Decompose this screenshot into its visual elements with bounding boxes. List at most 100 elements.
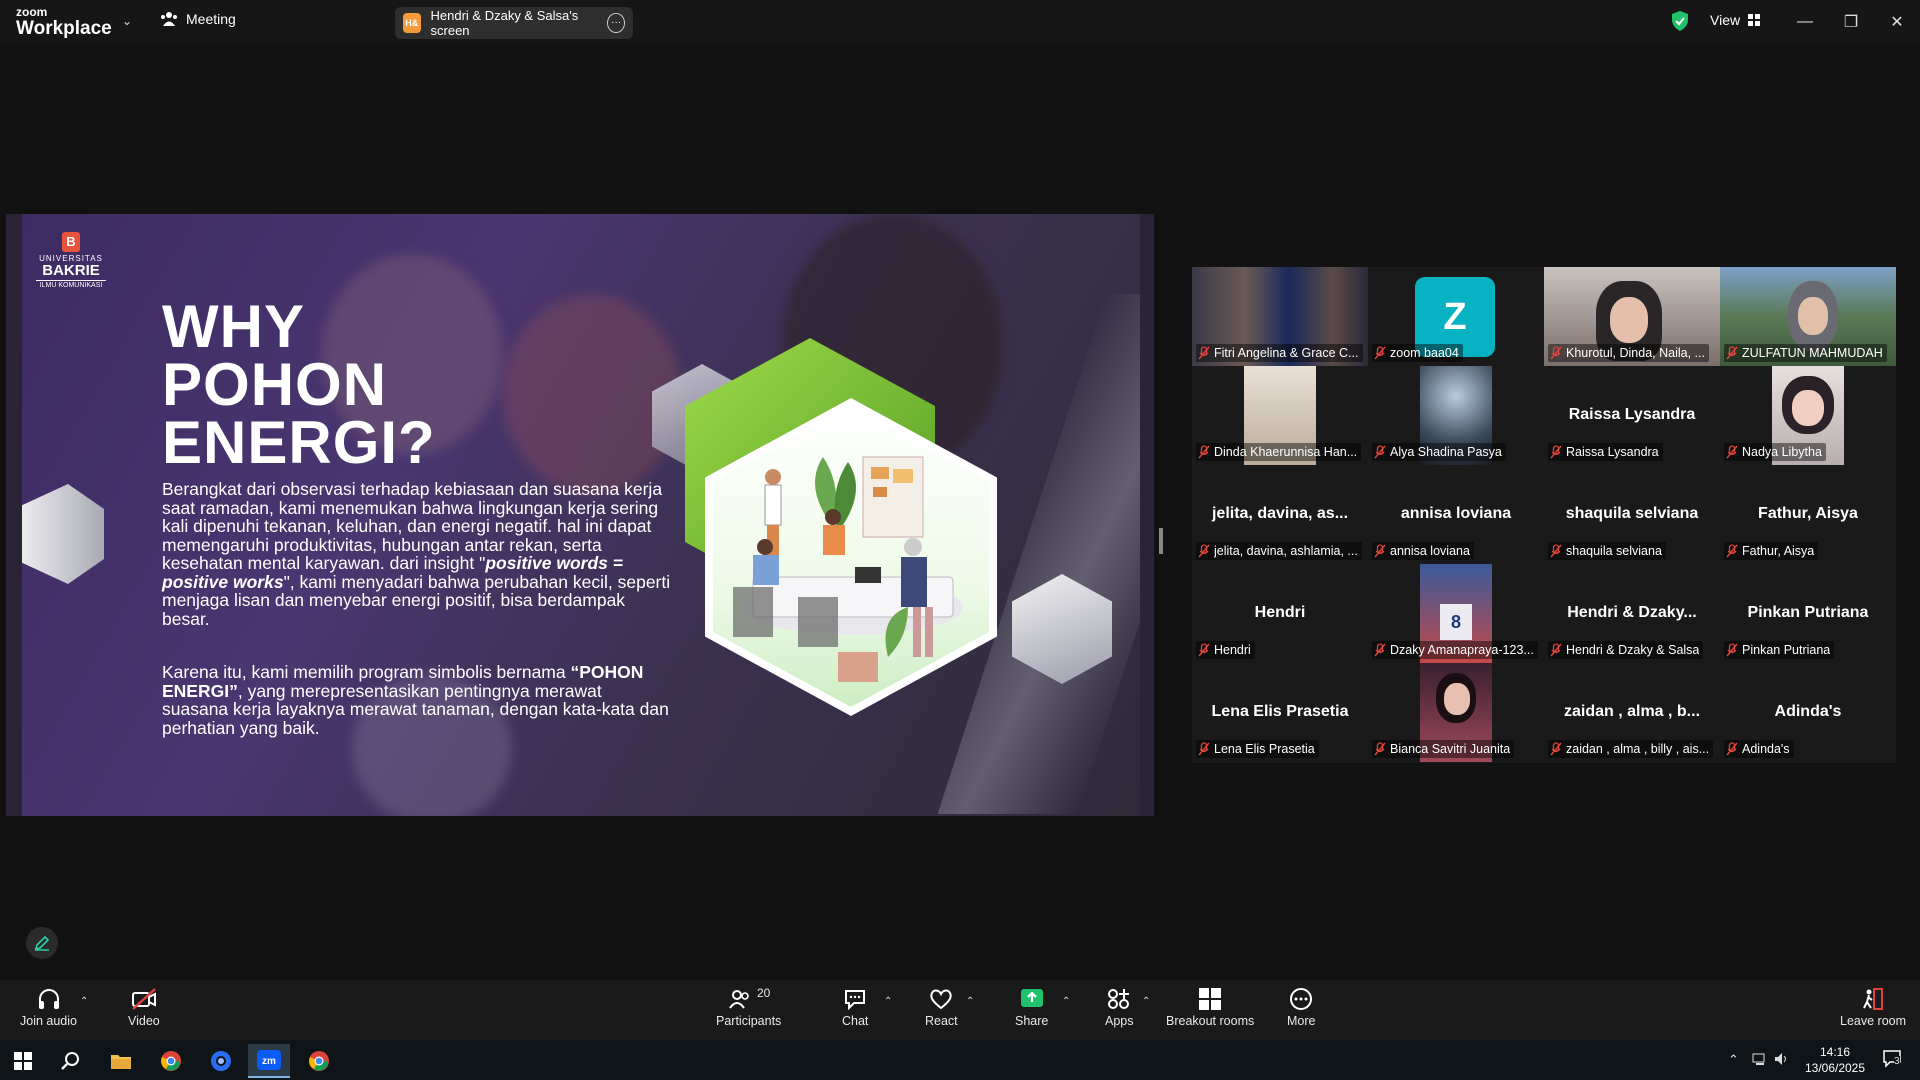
participant-tile[interactable]: ZULFATUN MAHMUDAH [1720,267,1896,366]
participant-name: Raissa Lysandra [1566,445,1659,459]
participant-tile[interactable]: Dinda Khaerunnisa Han... [1192,366,1368,465]
apps-button[interactable]: Apps [1105,986,1134,1028]
view-button[interactable]: View [1710,12,1761,28]
security-shield-icon[interactable] [1670,10,1690,32]
search-icon [61,1052,79,1070]
pen-icon [34,935,50,951]
chrome-button[interactable] [150,1044,192,1078]
browser-app-button[interactable] [200,1044,242,1078]
notifications-button[interactable]: 3 [1882,1048,1902,1071]
chevron-down-icon[interactable]: ⌄ [122,14,132,28]
chat-icon [845,990,866,1011]
chat-button[interactable]: Chat [842,986,868,1028]
participant-name: ZULFATUN MAHMUDAH [1742,346,1883,360]
search-button[interactable] [50,1044,92,1078]
share-label: Share [1015,1014,1049,1028]
participant-tile[interactable]: 8 Dzaky Amanapraya-123... [1368,564,1544,663]
react-button[interactable]: React [925,986,958,1028]
mic-muted-icon [1374,643,1386,657]
leave-room-label: Leave room [1840,1014,1907,1028]
breakout-rooms-button[interactable]: Breakout rooms [1166,986,1254,1028]
participants-button[interactable]: 20 Participants [716,986,781,1028]
zoom-taskbar-button[interactable]: zm [248,1044,290,1078]
join-audio-label: Join audio [20,1014,77,1028]
mic-muted-icon [1198,544,1210,558]
chrome-profile-button[interactable] [298,1044,340,1078]
participant-tile[interactable]: Fitri Angelina & Grace C... [1192,267,1368,366]
participant-tile[interactable]: Nadya Libytha [1720,366,1896,465]
presentation-slide: B UNIVERSITAS BAKRIE ILMU KOMUNIKASI WHY… [22,214,1140,816]
chrome-icon-2 [309,1051,329,1071]
restore-button[interactable]: ❐ [1836,8,1866,36]
participant-tile[interactable]: annisa loviana annisa loviana [1368,465,1544,564]
close-button[interactable]: ✕ [1882,8,1912,36]
notification-count: 3 [1894,1056,1900,1067]
participant-tile[interactable]: Hendri Hendri [1192,564,1368,663]
audio-options-chevron-icon[interactable]: ⌃ [80,996,88,1007]
leave-room-button[interactable]: Leave room [1840,986,1906,1028]
mic-muted-icon [1374,346,1386,360]
minimize-button[interactable]: — [1790,8,1820,36]
participant-name-label: zoom baa04 [1372,344,1463,362]
tray-chevron-up-icon[interactable]: ⌃ [1728,1052,1739,1068]
network-icon[interactable] [1752,1052,1768,1066]
participant-display-name: Lena Elis Prasetia [1211,703,1349,720]
panel-resize-handle[interactable] [1159,528,1163,554]
participant-name: Bianca Savitri Juanita [1390,742,1511,756]
participant-tile[interactable]: Lena Elis Prasetia Lena Elis Prasetia [1192,663,1368,762]
decor-hexagon-left [22,484,104,584]
share-options-chevron-icon[interactable]: ⌃ [1062,996,1070,1007]
participant-name-label: Pinkan Putriana [1724,641,1835,659]
participant-tile[interactable]: zaidan , alma , b... zaidan , alma , bill… [1544,663,1720,762]
participant-tile[interactable]: Zzoom baa04 [1368,267,1544,366]
participant-name: Nadya Libytha [1742,445,1822,459]
react-options-chevron-icon[interactable]: ⌃ [966,996,974,1007]
participant-display-name: Hendri & Dzaky... [1567,604,1697,621]
participant-tile[interactable]: Alya Shadina Pasya [1368,366,1544,465]
blue-app-icon [211,1051,231,1071]
mic-muted-icon [1374,544,1386,558]
participant-tile[interactable]: Pinkan Putriana Pinkan Putriana [1720,564,1896,663]
slide-title-line1: WHY [162,293,305,360]
video-button[interactable]: Video [128,986,160,1028]
participant-name: zaidan , alma , billy , ais... [1566,742,1710,756]
join-audio-button[interactable]: Join audio [20,986,77,1028]
apps-label: Apps [1105,1014,1134,1028]
participant-name-label: Adinda's [1724,740,1794,758]
mic-muted-icon [1550,742,1562,756]
volume-icon[interactable] [1774,1052,1790,1066]
participant-name-label: shaquila selviana [1548,542,1666,560]
participant-tile[interactable]: jelita, davina, as... jelita, davina, ash… [1192,465,1368,564]
participant-tile[interactable]: Hendri & Dzaky... Hendri & Dzaky & Salsa [1544,564,1720,663]
start-button[interactable] [2,1044,44,1078]
participant-tile[interactable]: Adinda's Adinda's [1720,663,1896,762]
more-options-icon[interactable]: ··· [607,13,625,33]
shared-screen-pill[interactable]: H& Hendri & Dzaky & Salsa's screen ··· [395,7,633,39]
file-explorer-button[interactable] [100,1044,142,1078]
participant-name: Hendri & Dzaky & Salsa [1566,643,1700,657]
windows-logo-icon [14,1052,32,1070]
participant-name: Lena Elis Prasetia [1214,742,1315,756]
shared-screen[interactable]: B UNIVERSITAS BAKRIE ILMU KOMUNIKASI WHY… [6,214,1154,816]
participant-tile[interactable]: shaquila selviana shaquila selviana [1544,465,1720,564]
mic-muted-icon [1726,544,1738,558]
video-off-icon [131,988,156,1010]
participant-tile[interactable]: Raissa Lysandra Raissa Lysandra [1544,366,1720,465]
heart-icon [930,989,953,1010]
participant-tile[interactable]: Khurotul, Dinda, Naila, ... [1544,267,1720,366]
more-button[interactable]: More [1287,986,1315,1028]
para2-text-a: Karena itu, kami memilih program simboli… [162,662,571,682]
share-button[interactable]: Share [1015,986,1048,1028]
apps-options-chevron-icon[interactable]: ⌃ [1142,996,1150,1007]
participants-gallery: Fitri Angelina & Grace C... Zzoom baa04 Kh… [1192,267,1896,763]
zoom-workplace-logo[interactable]: zoom Workplace [16,6,112,38]
system-clock[interactable]: 14:16 13/06/2025 [1800,1044,1870,1076]
participant-name: annisa loviana [1390,544,1470,558]
annotate-pen-button[interactable] [26,927,58,959]
chrome-icon [161,1051,181,1071]
para2-text-b: , yang merepresentasikan pentingnya mera… [162,680,669,738]
meeting-button[interactable]: Meeting [160,11,236,27]
participant-tile[interactable]: Fathur, Aisya Fathur, Aisya [1720,465,1896,564]
chat-options-chevron-icon[interactable]: ⌃ [884,996,892,1007]
participant-tile[interactable]: Bianca Savitri Juanita [1368,663,1544,762]
